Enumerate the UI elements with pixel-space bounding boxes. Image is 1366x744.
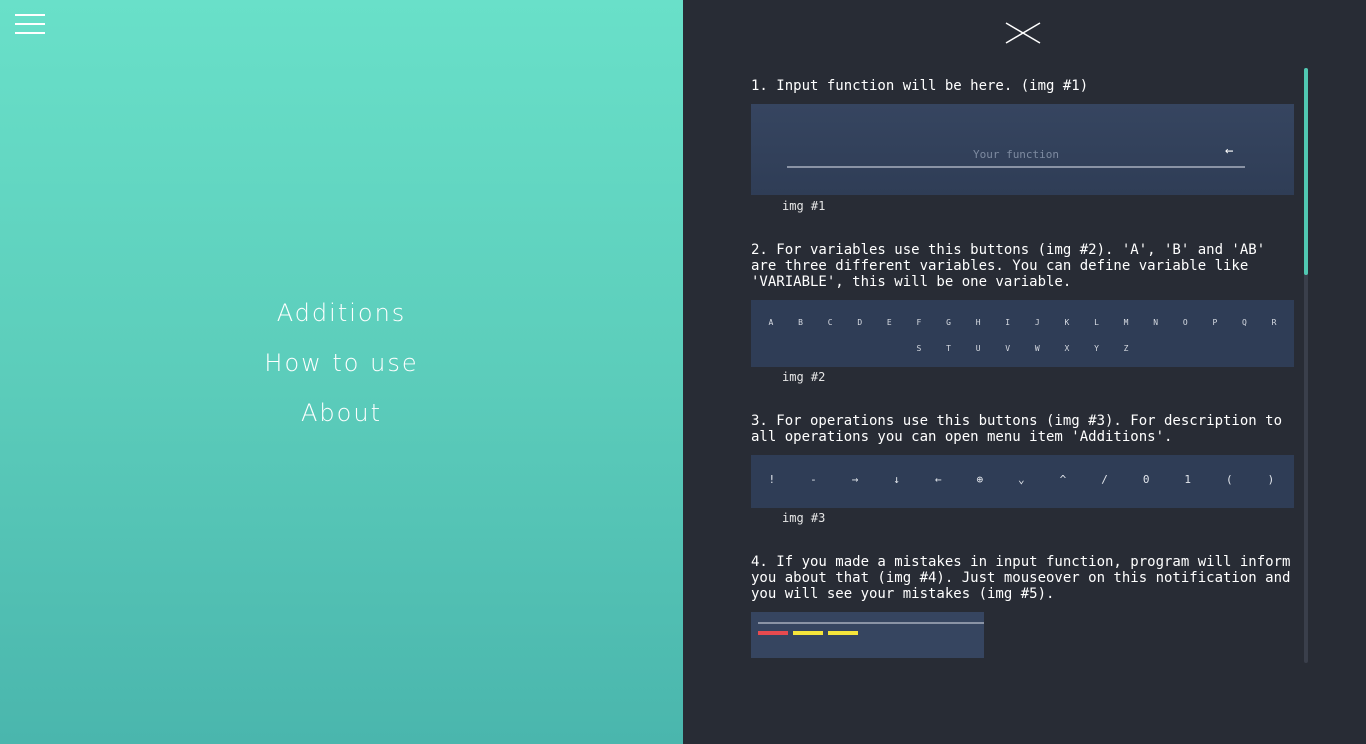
variable-key: V — [1005, 344, 1011, 353]
variable-key: C — [827, 318, 833, 327]
variable-buttons-image: A B C D E F G H I J K L M N O P Q R S T U V W X Y Z — [751, 300, 1294, 367]
operation-key: ← — [934, 473, 942, 486]
instructions-content: 1. Input function will be here. (img #1)… — [751, 76, 1294, 662]
step-1-text: 1. Input function will be here. (img #1) — [751, 78, 1089, 94]
operation-key: ⌄ — [1018, 473, 1025, 486]
close-icon[interactable] — [1005, 22, 1041, 44]
variable-key: Z — [1123, 344, 1129, 353]
operation-key: / — [1101, 473, 1108, 486]
menu-item-additions[interactable]: Additions — [0, 296, 683, 346]
variable-key: E — [886, 318, 892, 327]
error-mark — [758, 631, 788, 635]
backspace-arrow-icon: ← — [1225, 143, 1234, 159]
variable-key: K — [1064, 318, 1070, 327]
operation-buttons-image: ! - → ↓ ← ⊕ ⌄ ^ / 0 1 () — [751, 455, 1294, 508]
error-notification-image — [751, 612, 984, 658]
main-menu: Additions How to use About — [0, 296, 683, 446]
variable-key: A — [768, 318, 774, 327]
step-4-text: 4. If you made a mistakes in input funct… — [751, 554, 1291, 602]
img-1-caption: img #1 — [782, 199, 826, 213]
img-3-caption: img #3 — [782, 511, 826, 525]
img-2-caption: img #2 — [782, 370, 826, 384]
warning-mark — [793, 631, 823, 635]
input-underline — [787, 166, 1245, 168]
letters-row-1: A B C D E F G H I J K L M N O P Q R — [751, 318, 1294, 328]
variable-key: S — [916, 344, 922, 353]
variable-key: Y — [1094, 344, 1099, 353]
operation-key: - — [810, 473, 817, 486]
operation-key: → — [851, 473, 859, 486]
variable-key: P — [1212, 318, 1218, 327]
variable-key: X — [1064, 344, 1070, 353]
variable-key: T — [946, 344, 951, 353]
variable-key: D — [857, 318, 863, 327]
operation-key: ( — [1226, 473, 1233, 486]
notification-underline — [758, 622, 984, 624]
variable-key: J — [1034, 318, 1040, 327]
operation-key: ! — [768, 473, 776, 486]
operation-key: 1 — [1184, 473, 1192, 486]
menu-panel: Additions How to use About — [0, 0, 683, 744]
variable-key: O — [1182, 318, 1188, 327]
variable-key: L — [1094, 318, 1099, 327]
scroll-thumb[interactable] — [1304, 68, 1308, 275]
variable-key: H — [975, 318, 981, 327]
variable-key: Q — [1242, 318, 1247, 327]
variable-key: I — [1005, 318, 1011, 327]
menu-item-about[interactable]: About — [0, 396, 683, 446]
operation-key: ) — [1267, 473, 1275, 486]
operation-key: ↓ — [893, 473, 900, 486]
variable-key: G — [946, 318, 951, 327]
variable-key: M — [1123, 318, 1129, 327]
content-scrollbar[interactable] — [1304, 68, 1308, 663]
operations-row: ! - → ↓ ← ⊕ ⌄ ^ / 0 1 () — [751, 473, 1294, 486]
variable-key: W — [1034, 344, 1040, 353]
step-2-text: 2. For variables use this buttons (img #… — [751, 242, 1274, 290]
operation-key: ⊕ — [976, 473, 984, 486]
function-input-placeholder: Your function — [972, 148, 1060, 161]
variable-key: R — [1271, 318, 1277, 327]
variable-key: U — [975, 344, 981, 353]
hamburger-menu-icon[interactable] — [15, 14, 45, 34]
menu-item-how-to-use[interactable]: How to use — [0, 346, 683, 396]
warning-mark — [828, 631, 858, 635]
operation-key: ^ — [1059, 473, 1067, 486]
function-input-image: Your function ← — [751, 104, 1294, 195]
operation-key: 0 — [1142, 473, 1150, 486]
step-3-text: 3. For operations use this buttons (img … — [751, 413, 1291, 445]
letters-row-2: S T U V W X Y Z — [751, 344, 1294, 354]
variable-key: B — [798, 318, 803, 327]
variable-key: F — [916, 318, 922, 327]
how-to-use-panel: 1. Input function will be here. (img #1)… — [683, 0, 1366, 744]
variable-key: N — [1153, 318, 1159, 327]
